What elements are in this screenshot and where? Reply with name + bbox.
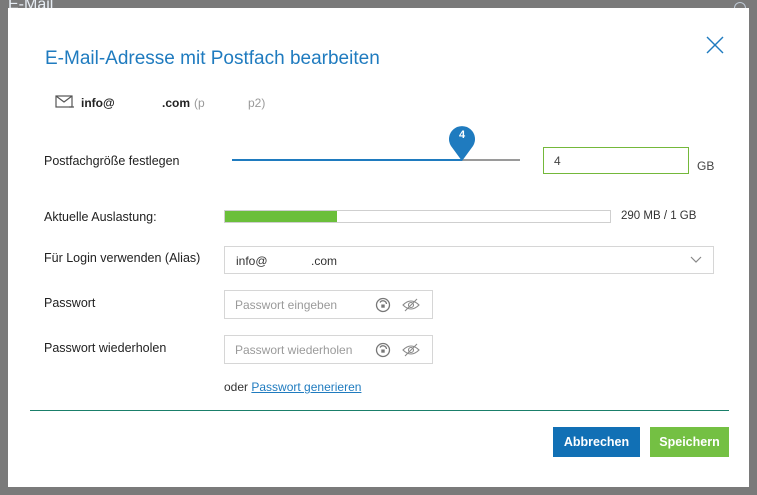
password-repeat-input[interactable] [225,336,385,363]
package-suffix: p2) [248,96,266,110]
chevron-down-icon [690,256,702,263]
password-label: Passwort [44,296,96,310]
usage-label: Aktuelle Auslastung: [44,210,157,224]
edit-email-dialog: E-Mail-Adresse mit Postfach bearbeiten i… [8,8,749,487]
alias-selected-prefix: info@ [236,254,268,268]
password-input[interactable] [225,291,385,318]
save-button[interactable]: Speichern [650,427,729,457]
size-unit: GB [697,159,715,173]
close-icon[interactable] [704,34,726,56]
generate-prefix: oder [224,380,249,394]
login-alias-select[interactable]: info@ .com [224,246,714,274]
usage-progress-fill [225,211,337,222]
generate-password-icon[interactable] [375,297,391,313]
alias-selected-suffix: .com [311,254,338,268]
email-local-part: info@ [81,96,115,110]
size-slider-value: 4 [458,129,466,141]
password-repeat-label: Passwort wiederholen [44,341,167,355]
package-prefix: (p [194,96,205,110]
cancel-button[interactable]: Abbrechen [553,427,640,457]
footer-divider [30,410,729,411]
eye-slash-icon[interactable] [402,343,420,357]
password-field [224,290,433,319]
login-alias-label: Für Login verwenden (Alias) [44,251,201,265]
dialog-title: E-Mail-Adresse mit Postfach bearbeiten [45,48,380,69]
email-domain: .com [162,96,191,110]
usage-text: 290 MB / 1 GB [621,210,697,222]
generate-password-link[interactable]: Passwort generieren [251,380,361,394]
generate-password-line: oder Passwort generieren [224,380,361,394]
password-repeat-field [224,335,433,364]
size-slider-fill [232,159,462,161]
envelope-icon [55,95,74,108]
mailbox-size-input[interactable] [543,147,689,174]
generate-password-icon[interactable] [375,342,391,358]
size-slider-handle[interactable]: 4 [447,122,477,162]
mailbox-size-label: Postfachgröße festlegen [44,154,180,168]
usage-progress-bar [224,210,611,223]
eye-slash-icon[interactable] [402,298,420,312]
